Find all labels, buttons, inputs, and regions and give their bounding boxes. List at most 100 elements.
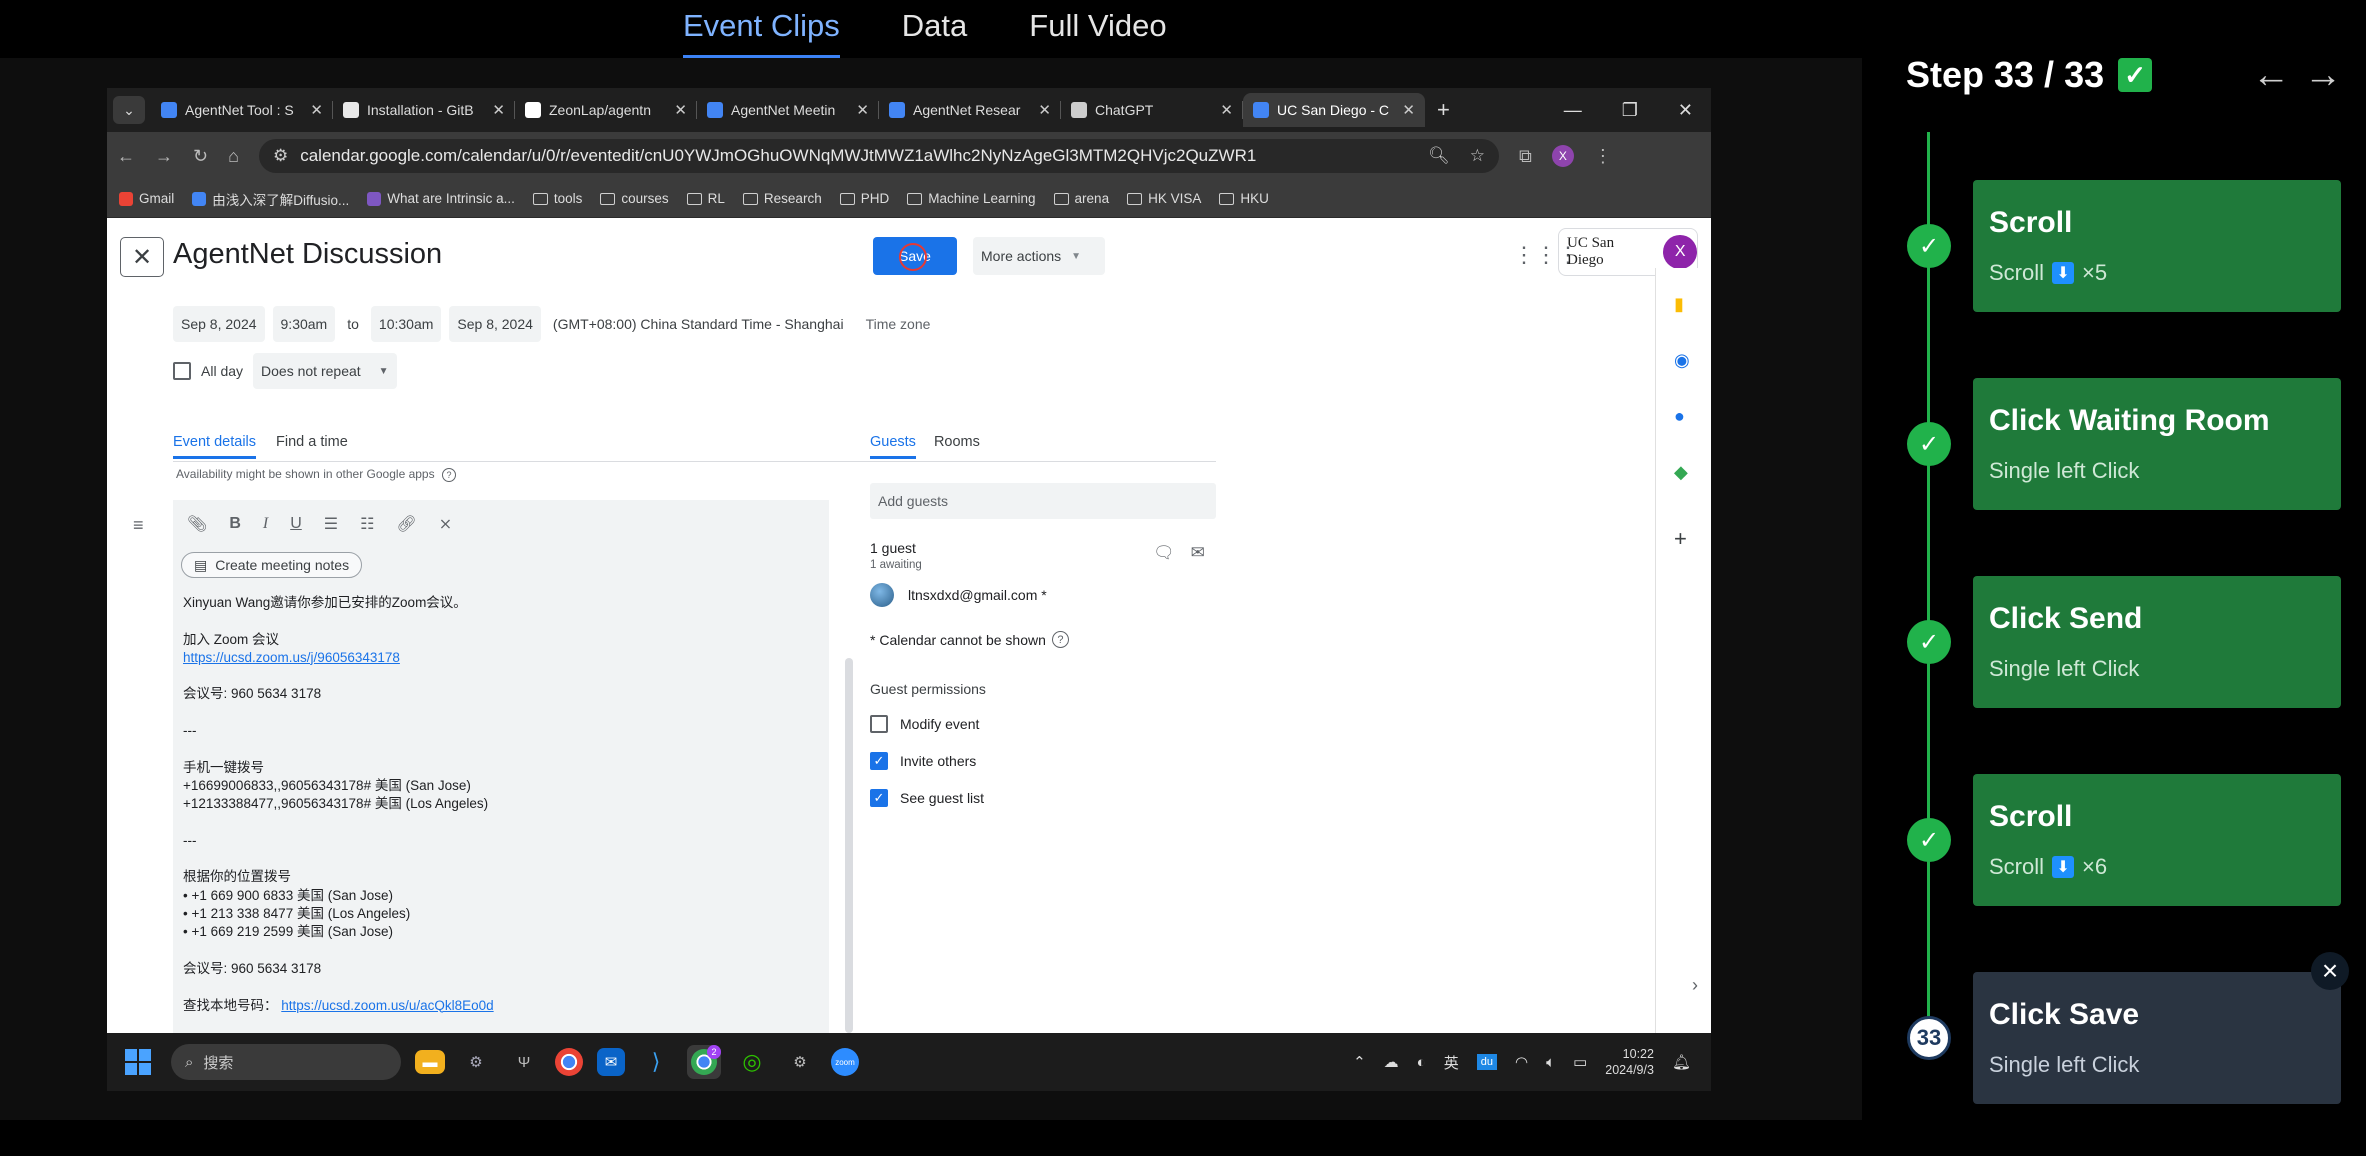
bookmark-item[interactable]: courses: [600, 191, 669, 206]
maps-icon[interactable]: ◆: [1674, 462, 1688, 483]
maximize-icon[interactable]: ❐: [1622, 100, 1638, 121]
windows-start-icon[interactable]: [125, 1049, 151, 1075]
home-icon[interactable]: ⌂: [228, 146, 239, 167]
forward-icon[interactable]: →: [155, 146, 173, 167]
tab-full-video[interactable]: Full Video: [1029, 0, 1166, 58]
close-tab-icon[interactable]: ✕: [856, 101, 869, 119]
bookmark-item[interactable]: What are Intrinsic a...: [367, 191, 515, 206]
description-editor[interactable]: 📎︎ B I U ☰ ☷ 🔗︎ ⨯ ▤ Create meeting notes…: [173, 500, 829, 1033]
browser-tab[interactable]: AgentNet Meetin ✕: [697, 93, 879, 127]
bookmark-item[interactable]: PHD: [839, 191, 889, 206]
chevron-right-icon[interactable]: ›: [1692, 975, 1698, 996]
browser-tab[interactable]: ChatGPT ✕: [1061, 93, 1243, 127]
help-icon[interactable]: ?: [441, 468, 456, 482]
underline-icon[interactable]: U: [290, 515, 302, 533]
email-icon[interactable]: ✉: [1191, 543, 1205, 563]
zoom-icon[interactable]: 🔍︎: [1428, 146, 1450, 166]
step-card[interactable]: Scroll Scroll ⬇ ×5: [1973, 180, 2341, 312]
bookmark-item[interactable]: HK VISA: [1127, 191, 1201, 206]
chevron-up-icon[interactable]: ⌃: [1353, 1053, 1366, 1071]
repeat-select[interactable]: Does not repeat ▼: [253, 353, 397, 389]
file-explorer-icon[interactable]: ▬: [415, 1050, 445, 1074]
bookmark-item[interactable]: arena: [1053, 191, 1109, 206]
close-editor-button[interactable]: ✕: [120, 237, 164, 277]
arrow-left-icon[interactable]: ←: [2252, 54, 2290, 97]
tab-search-icon[interactable]: ⌄: [113, 96, 145, 124]
close-tab-icon[interactable]: ✕: [1402, 101, 1415, 119]
event-title-input[interactable]: AgentNet Discussion: [173, 238, 442, 271]
bookmark-star-icon[interactable]: ☆: [1470, 146, 1485, 166]
tab-event-details[interactable]: Event details: [173, 434, 257, 459]
bulleted-list-icon[interactable]: ☷: [360, 514, 374, 534]
address-bar[interactable]: ⚙ calendar.google.com/calendar/u/0/r/eve…: [258, 139, 1499, 173]
bookmark-item[interactable]: 由浅入深了解Diffusio...: [192, 189, 349, 209]
browser-tab[interactable]: AgentNet Resear ✕: [879, 93, 1061, 127]
scrollbar[interactable]: [845, 658, 853, 1033]
ime-indicator[interactable]: 英: [1444, 1052, 1459, 1073]
close-tab-icon[interactable]: ✕: [310, 101, 323, 119]
timezone-link[interactable]: Time zone: [862, 306, 935, 342]
battery-icon[interactable]: ▭: [1573, 1053, 1587, 1071]
guest-row[interactable]: ltnsxdxd@gmail.com *: [870, 583, 1047, 607]
browser-tab[interactable]: Installation - GitB ✕: [333, 93, 515, 127]
bookmark-item[interactable]: tools: [532, 191, 582, 206]
taskbar-search[interactable]: ⌕ 搜索: [171, 1044, 401, 1080]
close-tab-icon[interactable]: ✕: [1220, 101, 1233, 119]
notification-bell-icon[interactable]: 🔔︎: [1672, 1053, 1691, 1071]
bookmark-item[interactable]: Gmail: [119, 191, 174, 206]
profile-avatar[interactable]: X: [1551, 145, 1574, 167]
volume-icon[interactable]: 🔈︎: [1546, 1054, 1555, 1071]
extensions-icon[interactable]: ⧉: [1519, 146, 1532, 167]
step-card[interactable]: Scroll Scroll ⬇ ×6: [1973, 774, 2341, 906]
minimize-icon[interactable]: —: [1564, 100, 1582, 121]
outlook-icon[interactable]: ✉: [597, 1048, 625, 1076]
back-icon[interactable]: ←: [117, 146, 135, 167]
bookmark-item[interactable]: Machine Learning: [907, 191, 1036, 206]
clear-format-icon[interactable]: ⨯: [439, 514, 452, 534]
tab-guests[interactable]: Guests: [870, 434, 916, 459]
chrome-profile-icon[interactable]: 2: [687, 1045, 721, 1079]
arrow-right-icon[interactable]: →: [2304, 54, 2342, 97]
tasks-icon[interactable]: ◉: [1674, 350, 1690, 371]
close-tab-icon[interactable]: ✕: [674, 101, 687, 119]
permission-row[interactable]: ✓ Invite others: [870, 752, 976, 770]
wechat-icon[interactable]: ◎: [735, 1045, 769, 1079]
end-time-field[interactable]: 10:30am: [370, 306, 442, 342]
wifi-icon[interactable]: ◠: [1515, 1053, 1528, 1071]
permission-checkbox[interactable]: [870, 715, 888, 733]
zoom-link[interactable]: https://ucsd.zoom.us/j/96056343178: [183, 650, 400, 665]
add-addon-icon[interactable]: +: [1674, 526, 1687, 552]
create-meeting-notes-button[interactable]: ▤ Create meeting notes: [181, 552, 363, 578]
add-guests-input[interactable]: Add guests: [870, 483, 1216, 519]
tab-rooms[interactable]: Rooms: [934, 434, 980, 450]
reload-icon[interactable]: ↻: [193, 146, 208, 167]
app-icon[interactable]: ⚙: [783, 1045, 817, 1079]
attachment-icon[interactable]: 📎︎: [187, 514, 207, 534]
tab-event-clips[interactable]: Event Clips: [683, 0, 840, 58]
chrome-icon[interactable]: [555, 1048, 583, 1076]
permission-checkbox[interactable]: ✓: [870, 752, 888, 770]
close-window-icon[interactable]: ✕: [1678, 100, 1693, 121]
new-tab-icon[interactable]: +: [1437, 97, 1450, 123]
help-icon[interactable]: ?: [1051, 631, 1069, 648]
end-date-field[interactable]: Sep 8, 2024: [449, 306, 541, 342]
tray-app-icon[interactable]: du: [1476, 1054, 1497, 1070]
browser-tab[interactable]: ZeonLap/agentn ✕: [515, 93, 697, 127]
all-day-checkbox[interactable]: [173, 362, 191, 380]
bookmark-item[interactable]: HKU: [1219, 191, 1269, 206]
bookmark-item[interactable]: RL: [686, 191, 725, 206]
site-info-icon[interactable]: ⚙: [273, 146, 288, 166]
clock[interactable]: 10:22 2024/9/3: [1605, 1046, 1654, 1078]
permission-checkbox[interactable]: ✓: [870, 789, 888, 807]
browser-tab[interactable]: UC San Diego - C ✕: [1243, 93, 1425, 127]
onedrive-icon[interactable]: ☁: [1384, 1053, 1399, 1071]
timezone-value[interactable]: (GMT+08:00) China Standard Time - Shangh…: [549, 306, 848, 342]
network-app-icon[interactable]: ◐: [1417, 1054, 1426, 1071]
contacts-icon[interactable]: ●: [1674, 406, 1685, 427]
more-actions-button[interactable]: More actions ▼: [973, 237, 1105, 275]
italic-icon[interactable]: I: [263, 515, 268, 533]
browser-tab[interactable]: AgentNet Tool : S ✕: [151, 93, 333, 127]
menu-kebab-icon[interactable]: ⋮: [1594, 146, 1612, 167]
local-number-link[interactable]: https://ucsd.zoom.us/u/acQkl8Eo0d: [281, 998, 493, 1013]
permission-row[interactable]: Modify event: [870, 715, 979, 733]
